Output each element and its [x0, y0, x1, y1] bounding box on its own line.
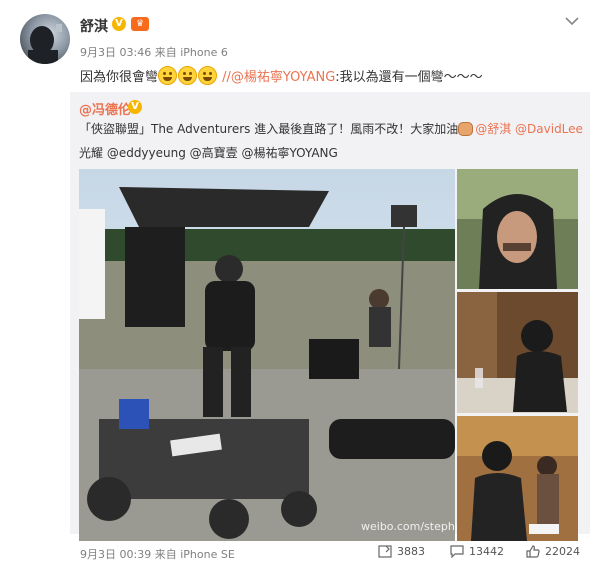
- repost-source: iPhone SE: [180, 548, 235, 561]
- grin-emoji-icon: [198, 66, 218, 85]
- source-prefix: 来自: [154, 548, 177, 561]
- comment-icon: [450, 545, 464, 558]
- repost-chain-mention[interactable]: //@楊祐寧YOYANG: [222, 70, 335, 85]
- original-text-line-1: 「俠盜聯盟」The Adventurers 進入最後直路了！風雨不改！大家加油 @…: [79, 120, 583, 137]
- photo-film-crew[interactable]: [79, 169, 455, 541]
- repost-icon: [378, 545, 392, 558]
- original-text-quote: 「俠盜聯盟」The Adventurers 進入最後直路了！風雨不改！大家加油: [79, 122, 459, 136]
- like-count: 22024: [545, 545, 580, 558]
- author-avatar[interactable]: [20, 14, 70, 64]
- original-mentions[interactable]: @舒淇 @DavidLee: [475, 122, 583, 136]
- post-text-main: 因為你很會彎: [80, 70, 159, 85]
- thumbs-up-icon: [526, 545, 540, 558]
- grin-emoji-icon: [178, 66, 198, 85]
- member-icon[interactable]: ♛: [131, 17, 149, 31]
- chevron-down-icon[interactable]: [563, 12, 581, 30]
- post-meta: 9月3日 03:46 来自 iPhone 6: [80, 44, 228, 60]
- photo-hooded-man[interactable]: [457, 169, 578, 289]
- comment-button[interactable]: 13442: [450, 545, 504, 558]
- post-timestamp[interactable]: 9月3日 03:46: [80, 46, 151, 59]
- weibo-post: 舒淇 V ♛ 9月3日 03:46 来自 iPhone 6 因為你很會彎 //@…: [0, 0, 592, 568]
- grin-emoji-icon: [158, 66, 178, 85]
- repost-timestamp[interactable]: 9月3日 00:39: [80, 548, 151, 561]
- post-text: 因為你很會彎 //@楊祐寧YOYANG:我以為還有一個彎～～～: [80, 66, 483, 85]
- photo-watermark: weibo.com/stephe: [361, 520, 462, 533]
- like-button[interactable]: 22024: [526, 545, 580, 558]
- comment-count: 13442: [469, 545, 504, 558]
- author-name[interactable]: 舒淇: [80, 16, 108, 36]
- verified-badge-icon: V: [112, 17, 126, 31]
- original-author[interactable]: @冯德伦: [79, 99, 131, 118]
- original-text-line-2[interactable]: 光耀 @eddyyeung @高寶壹 @楊祐寧YOYANG: [79, 144, 338, 161]
- verified-badge-icon: V: [128, 100, 142, 114]
- repost-count: 3883: [397, 545, 425, 558]
- reposted-content: @冯德伦 V 「俠盜聯盟」The Adventurers 進入最後直路了！風雨不…: [70, 92, 590, 541]
- source-prefix: 来自: [154, 46, 177, 59]
- fist-emoji-icon: [458, 122, 474, 136]
- repost-button[interactable]: 3883: [378, 545, 425, 558]
- photo-man-with-crowd[interactable]: [457, 416, 578, 541]
- photo-man-at-table[interactable]: [457, 292, 578, 413]
- post-source: iPhone 6: [180, 46, 228, 59]
- repost-comment: :我以為還有一個彎～～～: [335, 70, 483, 85]
- repost-meta: 9月3日 00:39 来自 iPhone SE: [80, 546, 235, 562]
